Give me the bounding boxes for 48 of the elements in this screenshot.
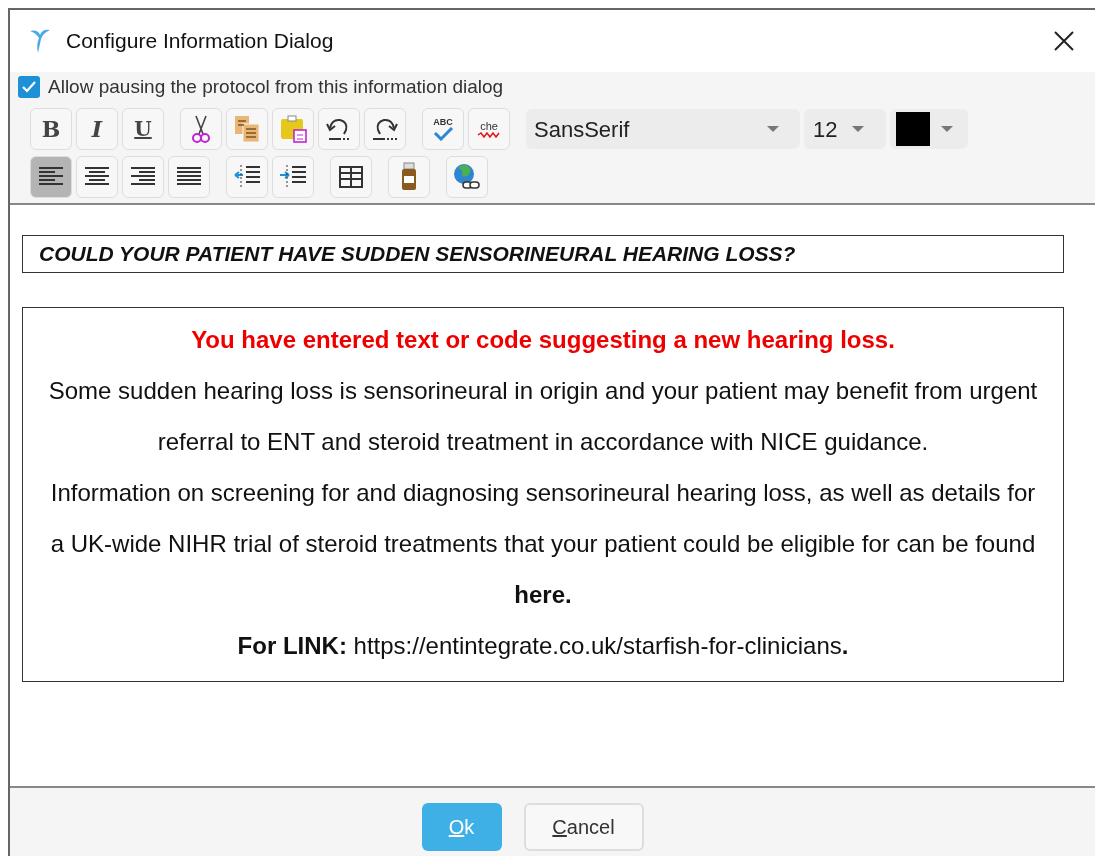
clipboard-button[interactable] [272,108,314,150]
text-color-dropdown[interactable] [890,109,968,149]
checkbox[interactable] [18,76,40,98]
clipboard-icon [278,114,308,144]
italic-button[interactable]: I [76,108,118,150]
align-right-icon [130,166,156,188]
checkbox-label: Allow pausing the protocol from this information dialog [48,74,504,99]
cancel-button[interactable]: Cancel [523,803,644,851]
scissors-button[interactable] [180,108,222,150]
paragraph: Information on screening for and diagnosing sensorineural hearing loss, as well as details for a UK-wide NIHR trial of steroid treatments that your patient could be eligible for can be found here. [49,478,1037,610]
paragraph: Some sudden hearing loss is sensorineural in origin and your patient may benefit from urgent referral to ENT and steroid treatment in accordance with NICE guidance. [47,376,1039,457]
check-icon [21,79,37,95]
copy-button[interactable] [226,108,268,150]
indent-button[interactable] [272,156,314,198]
globe-link-icon [452,162,482,192]
table-button[interactable] [330,156,372,198]
live-spellcheck-button[interactable]: che [468,108,510,150]
underline-button[interactable]: U [122,108,164,150]
copy-icon [233,114,261,144]
justify-button[interactable] [168,156,210,198]
dropdown-caret-icon [766,125,780,133]
align-center-button[interactable] [76,156,118,198]
window-title: Configure Information Dialog [66,28,335,55]
squiggle-icon [477,131,501,138]
align-left-button[interactable] [30,156,72,198]
spellcheck-button[interactable]: ABC [422,108,464,150]
dropdown-caret-icon [940,125,954,133]
table-icon [338,165,364,189]
bottle-button[interactable] [388,156,430,198]
bottle-icon [400,162,418,192]
heading-box: COULD YOUR PATIENT HAVE SUDDEN SENSORINEURAL HEARING LOSS? [22,235,1064,273]
paragraph: For LINK: https://entintegrate.co.uk/starfish-for-clinicians. [237,631,849,661]
font-size-dropdown[interactable]: 12 [804,109,886,149]
check-icon [432,126,454,141]
outdent-button[interactable] [226,156,268,198]
redo-button[interactable] [364,108,406,150]
close-icon[interactable] [1053,30,1075,52]
dropdown-caret-icon [851,125,866,133]
align-left-icon [38,166,64,188]
font-family-dropdown[interactable]: SansSerif [526,109,800,149]
bold-button[interactable]: B [30,108,72,150]
globe-link-button[interactable] [446,156,488,198]
warning-text: You have entered text or code suggesting a new hearing loss. [191,325,895,355]
undo-button[interactable] [318,108,360,150]
align-right-button[interactable] [122,156,164,198]
justify-icon [176,166,202,188]
align-center-icon [84,166,110,188]
scissors-icon [190,114,212,144]
